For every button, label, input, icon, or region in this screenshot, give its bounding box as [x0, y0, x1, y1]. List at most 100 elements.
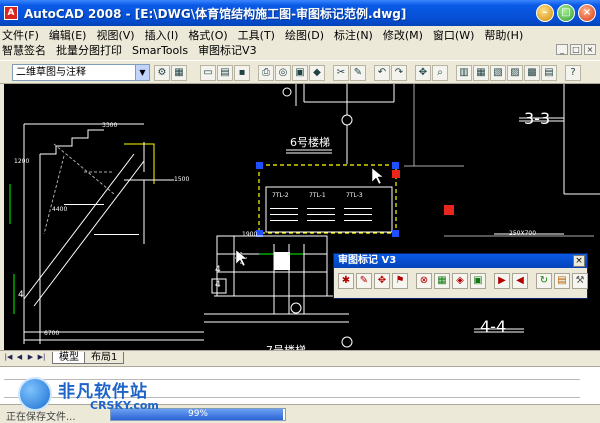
close-icon[interactable]: × — [573, 255, 585, 267]
dim-1900: 1900 — [242, 231, 258, 238]
beam-label-1: 7TL-2 — [272, 192, 289, 199]
menu-window[interactable]: 窗口(W) — [428, 27, 479, 43]
dim-250x700: 250X700 — [509, 230, 537, 237]
3d-dwf-icon[interactable]: ◆ — [309, 65, 325, 81]
next-icon[interactable]: ▶ — [494, 273, 510, 289]
excel-icon[interactable]: ▦ — [434, 273, 450, 289]
menu-edit[interactable]: 编辑(E) — [44, 27, 92, 43]
zoom-icon[interactable]: ⌕ — [432, 65, 448, 81]
menu-batch-plot[interactable]: 批量分图打印 — [51, 42, 127, 58]
menu-dimension[interactable]: 标注(N) — [329, 27, 378, 43]
tools-icon[interactable]: ⚒ — [572, 273, 588, 289]
beam-label-3: 7TL-3 — [346, 192, 363, 199]
section-label-4-4: 4-4 — [480, 317, 507, 336]
calculator-icon[interactable]: ▤ — [541, 65, 557, 81]
menu-smart-sign[interactable]: 智慧签名 — [0, 42, 51, 58]
doc-restore-button[interactable]: □ — [570, 44, 582, 55]
workspace-settings-icon[interactable]: ⚙ — [154, 65, 170, 81]
menu-tools[interactable]: 工具(T) — [233, 27, 280, 43]
title-bar[interactable]: A AutoCAD 2008 - [E:\DWG\体育馆结构施工图-审图标记范例… — [0, 0, 600, 26]
menu-file[interactable]: 文件(F) — [0, 27, 44, 43]
autocad-app-icon[interactable]: A — [4, 6, 18, 20]
next-tab-icon[interactable]: ▶ — [26, 353, 35, 362]
minimize-button[interactable]: – — [536, 4, 554, 22]
preview-icon[interactable]: ◎ — [275, 65, 291, 81]
publish-icon[interactable]: ▣ — [292, 65, 308, 81]
workspace-value: 二维草图与注释 — [16, 67, 86, 78]
menu-modify[interactable]: 修改(M) — [378, 27, 428, 43]
undo-icon[interactable]: ↶ — [374, 65, 390, 81]
document-controls: _ □ × — [556, 44, 596, 55]
watermark-site-url: CRSKY.com — [90, 399, 159, 412]
dim-1200: 1200 — [14, 158, 30, 165]
save-icon[interactable]: ▪ — [234, 65, 250, 81]
window-title: AutoCAD 2008 - [E:\DWG\体育馆结构施工图-审图标记范例.d… — [24, 6, 407, 21]
markup-icon[interactable]: ▩ — [524, 65, 540, 81]
refresh-icon[interactable]: ↻ — [536, 273, 552, 289]
pen-icon[interactable]: ✎ — [356, 273, 372, 289]
review-mark-toolbar[interactable]: 审图标记 V3 × ✱ ✎ ✥ ⚑ ⊗ ▦ ◈ ▣ ▶ ◀ ↻ ▤ ⚒ — [333, 253, 588, 299]
maximize-button[interactable]: □ — [557, 4, 575, 22]
close-button[interactable]: × — [578, 4, 596, 22]
menu-format[interactable]: 格式(O) — [183, 27, 232, 43]
first-tab-icon[interactable]: |◀ — [4, 353, 13, 362]
lock-icon[interactable]: ▦ — [171, 65, 187, 81]
tab-model[interactable]: 模型 — [52, 352, 86, 364]
detail-title-7: 7号楼梯 — [266, 342, 306, 350]
menu-help[interactable]: 帮助(H) — [479, 27, 528, 43]
new-icon[interactable]: ▭ — [200, 65, 216, 81]
menu-smartools[interactable]: SmarTools — [127, 44, 193, 57]
menu-draw[interactable]: 绘图(D) — [280, 27, 329, 43]
design-center-icon[interactable]: ▦ — [473, 65, 489, 81]
tag-4c: 4 — [215, 280, 221, 290]
last-tab-icon[interactable]: ▶| — [37, 353, 46, 362]
redo-icon[interactable]: ↷ — [391, 65, 407, 81]
doc-minimize-button[interactable]: _ — [556, 44, 568, 55]
cloud-mark-icon[interactable]: ✱ — [338, 273, 354, 289]
properties-icon[interactable]: ▥ — [456, 65, 472, 81]
cad-drawing — [9, 84, 600, 348]
menu-insert[interactable]: 插入(I) — [140, 27, 184, 43]
beam-label-2: 7TL-1 — [309, 192, 326, 199]
tag-4a: 4 — [18, 290, 24, 300]
match-icon[interactable]: ✎ — [350, 65, 366, 81]
report-icon[interactable]: ▣ — [470, 273, 486, 289]
plugin-menu-bar: 智慧签名 批量分图打印 SmarTools 审图标记V3 — [0, 42, 600, 58]
flag-icon[interactable]: ⚑ — [392, 273, 408, 289]
help-icon[interactable]: ? — [565, 65, 581, 81]
pan-icon[interactable]: ✥ — [415, 65, 431, 81]
dim-1500: 1500 — [174, 176, 190, 183]
cut-icon[interactable]: ✂ — [333, 65, 349, 81]
autocad-window: A AutoCAD 2008 - [E:\DWG\体育馆结构施工图-审图标记范例… — [0, 0, 600, 423]
crsky-logo-icon — [18, 377, 52, 411]
tag-4b: 4 — [215, 265, 221, 275]
menu-review-mark[interactable]: 审图标记V3 — [193, 42, 262, 58]
tab-layout1[interactable]: 布局1 — [84, 352, 125, 364]
tool-palette-icon[interactable]: ▧ — [490, 65, 506, 81]
dim-4400: 4400 — [52, 206, 68, 213]
section-label-3-3: 3-3 — [524, 109, 551, 128]
main-menu-bar: 文件(F) 编辑(E) 视图(V) 插入(I) 格式(O) 工具(T) 绘图(D… — [0, 27, 600, 43]
doc-close-button[interactable]: × — [584, 44, 596, 55]
stamp-icon[interactable]: ◈ — [452, 273, 468, 289]
open-icon[interactable]: ▤ — [217, 65, 233, 81]
move-mark-icon[interactable]: ✥ — [374, 273, 390, 289]
link-icon[interactable]: ⊗ — [416, 273, 432, 289]
detail-title-6: 6号楼梯 — [290, 136, 330, 149]
drawing-canvas[interactable]: 3-3 4-4 6号楼梯 7号楼梯 3300 1500 1200 4400 67… — [4, 84, 600, 350]
dim-3300: 3300 — [102, 122, 118, 129]
chevron-down-icon[interactable]: ▼ — [135, 65, 149, 80]
prev-icon[interactable]: ◀ — [512, 273, 528, 289]
review-mark-toolbar-title[interactable]: 审图标记 V3 — [334, 254, 587, 268]
standard-toolbar: 二维草图与注释 ▼ ⚙ ▦ ▭ ▤ ▪ ⎙ ◎ ▣ ◆ ✂ ✎ ↶ ↷ ✥ ⌕ … — [0, 60, 600, 84]
print-icon[interactable]: ⎙ — [258, 65, 274, 81]
layout-tab-bar: |◀ ◀ ▶ ▶| 模型 布局1 — [0, 350, 600, 364]
menu-view[interactable]: 视图(V) — [91, 27, 139, 43]
dim-6700: 6700 — [44, 330, 60, 337]
window-controls: – □ × — [536, 4, 596, 22]
workspace-select[interactable]: 二维草图与注释 ▼ — [12, 64, 150, 81]
crsky-watermark-logo: 非凡软件站 CRSKY.com — [18, 373, 159, 419]
sheet-set-icon[interactable]: ▨ — [507, 65, 523, 81]
book-icon[interactable]: ▤ — [554, 273, 570, 289]
prev-tab-icon[interactable]: ◀ — [15, 353, 24, 362]
